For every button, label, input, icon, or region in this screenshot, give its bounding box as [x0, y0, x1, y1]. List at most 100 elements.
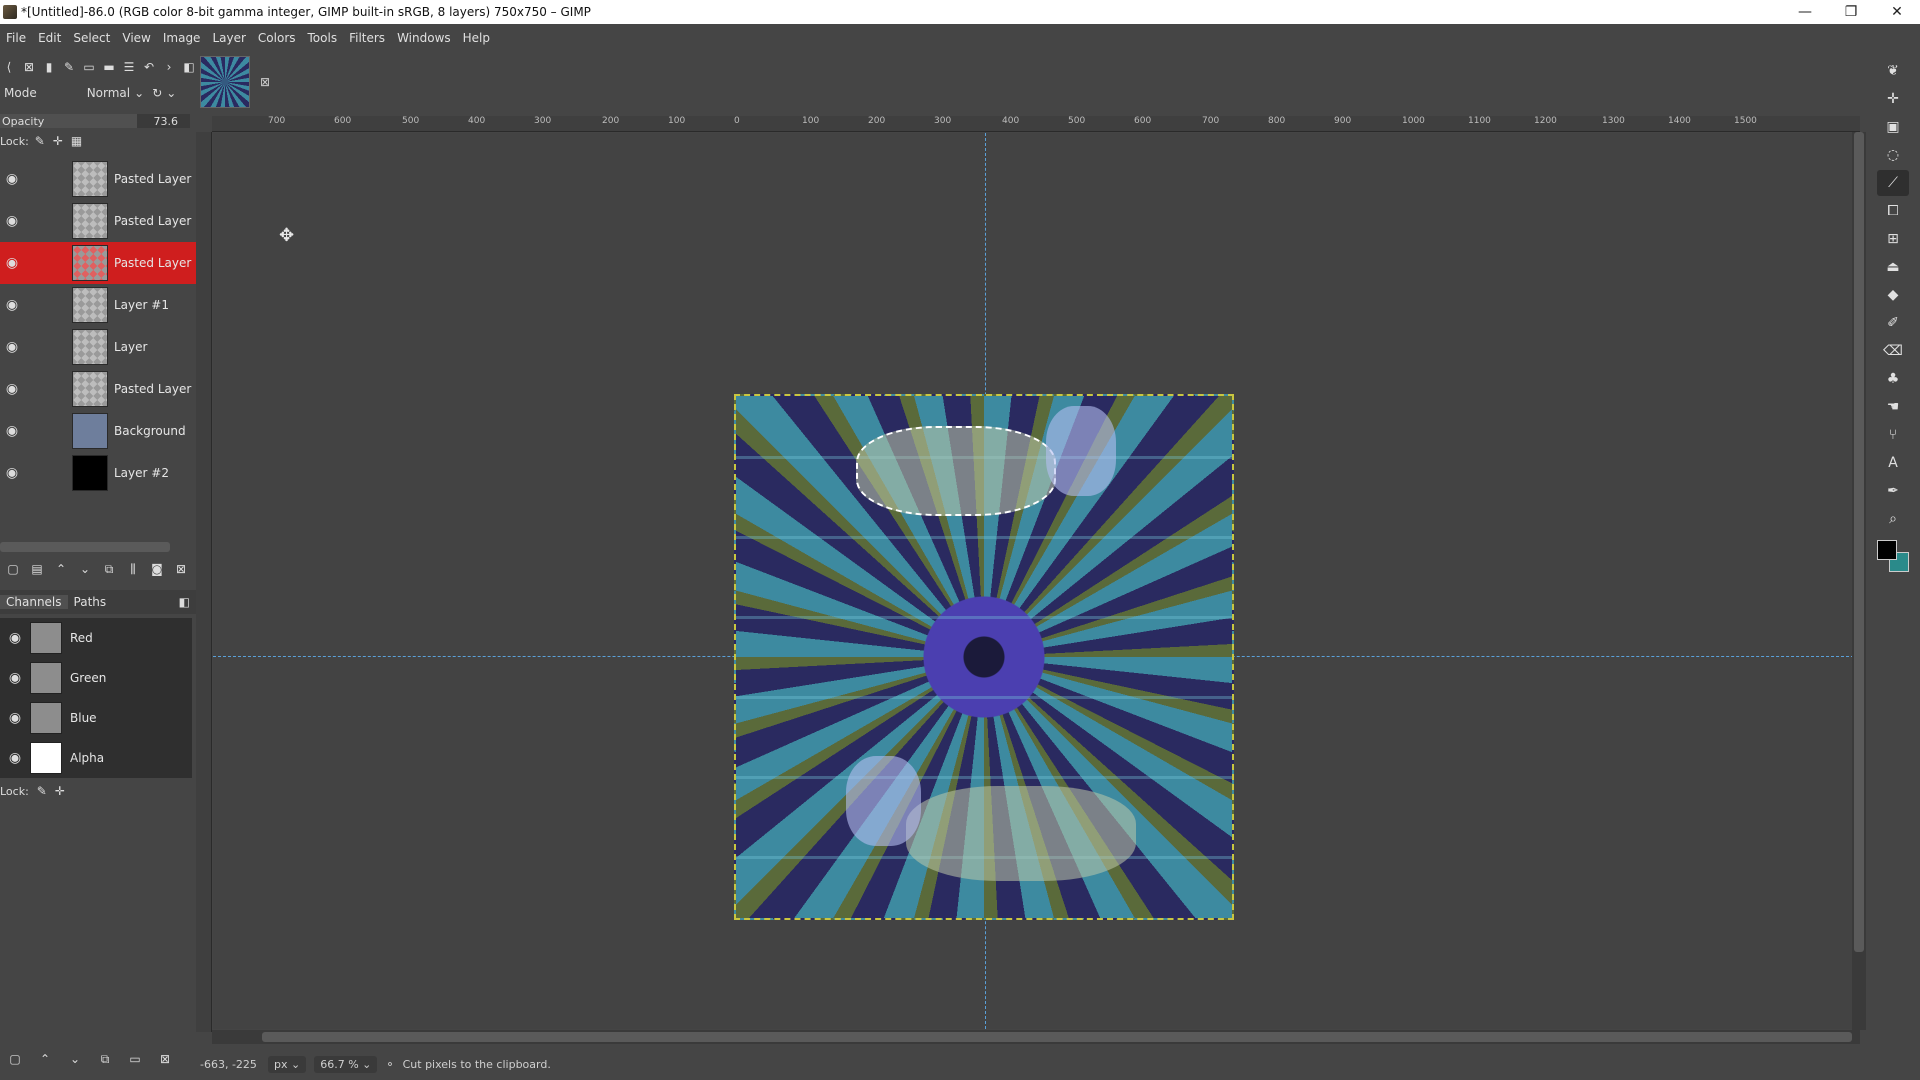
- smudge-tool-icon[interactable]: ☚: [1877, 394, 1909, 420]
- delete-channel-icon[interactable]: ⊠: [156, 1050, 174, 1068]
- unit-select[interactable]: px ⌄: [268, 1055, 307, 1073]
- scrollbar-thumb[interactable]: [1854, 132, 1864, 952]
- channel-row[interactable]: ◉ Red: [0, 618, 192, 658]
- menu-select[interactable]: Select: [67, 31, 116, 45]
- lower-channel-icon[interactable]: ⌄: [66, 1050, 84, 1068]
- images-tab-icon[interactable]: ▭: [80, 58, 98, 76]
- new-layer-icon[interactable]: ▢: [4, 560, 22, 578]
- delete-layer-icon[interactable]: ⊠: [172, 560, 190, 578]
- eye-icon[interactable]: ◉: [0, 255, 24, 271]
- lock-pixels-icon[interactable]: ✎: [37, 784, 47, 798]
- layer-row[interactable]: ◉ Layer: [0, 326, 196, 368]
- menu-image[interactable]: Image: [157, 31, 207, 45]
- new-group-icon[interactable]: ▤: [28, 560, 46, 578]
- zoom-select[interactable]: 66.7 % ⌄: [314, 1055, 378, 1073]
- eye-icon[interactable]: ◉: [0, 213, 24, 229]
- layer-row[interactable]: ◉ Pasted Layer: [0, 158, 196, 200]
- close-button[interactable]: ✕: [1874, 0, 1920, 24]
- menu-view[interactable]: View: [116, 31, 156, 45]
- reset-mode-icon[interactable]: ↻: [152, 86, 162, 100]
- kaleidoscope-image[interactable]: [734, 394, 1234, 920]
- menu-file[interactable]: File: [0, 31, 32, 45]
- channel-row[interactable]: ◉ Green: [0, 658, 192, 698]
- eye-icon[interactable]: ◉: [0, 465, 24, 481]
- configure-tab-icon[interactable]: ◧: [179, 595, 190, 609]
- lower-layer-icon[interactable]: ⌄: [76, 560, 94, 578]
- tab-paths[interactable]: Paths: [68, 595, 113, 609]
- channel-row[interactable]: ◉ Alpha: [0, 738, 192, 778]
- duplicate-channel-icon[interactable]: ⧉: [96, 1050, 114, 1068]
- lock-pixels-icon[interactable]: ✎: [35, 134, 45, 148]
- move-tool-icon[interactable]: ✛: [1877, 86, 1909, 112]
- bucket-fill-tool-icon[interactable]: ◆: [1877, 282, 1909, 308]
- eye-icon[interactable]: ◉: [0, 670, 30, 686]
- color-picker-tool-icon[interactable]: ✒: [1877, 478, 1909, 504]
- eye-icon[interactable]: ◉: [0, 381, 24, 397]
- crop-tool-icon[interactable]: ⧠: [1877, 198, 1909, 224]
- zoom-tool-icon[interactable]: ⌕: [1877, 506, 1909, 532]
- opacity-slider[interactable]: Opacity 73.6: [0, 114, 190, 128]
- horizontal-ruler[interactable]: 700 600 500 400 300 200 100 0 100 200 30…: [212, 116, 1860, 132]
- menu-colors[interactable]: Colors: [252, 31, 302, 45]
- layer-row[interactable]: ◉ Layer #2: [0, 452, 196, 494]
- lock-position-icon[interactable]: ✛: [53, 134, 63, 148]
- undo-history-tab-icon[interactable]: ↶: [140, 58, 158, 76]
- image-tab[interactable]: ⊠: [200, 56, 270, 108]
- image-tab-thumbnail[interactable]: [200, 56, 250, 108]
- foreground-color[interactable]: [1877, 540, 1897, 560]
- menu-filters[interactable]: Filters: [343, 31, 391, 45]
- lock-position-icon[interactable]: ✛: [55, 784, 65, 798]
- menu-tools[interactable]: Tools: [302, 31, 344, 45]
- channel-to-selection-icon[interactable]: ▭: [126, 1050, 144, 1068]
- new-channel-icon[interactable]: ▢: [6, 1050, 24, 1068]
- raise-channel-icon[interactable]: ⌃: [36, 1050, 54, 1068]
- color-swatches[interactable]: [1873, 538, 1913, 578]
- next-tab-icon[interactable]: ›: [160, 58, 178, 76]
- tool-options-tab-icon[interactable]: ⟨: [0, 58, 18, 76]
- horizontal-scrollbar[interactable]: [212, 1030, 1860, 1044]
- menu-edit[interactable]: Edit: [32, 31, 67, 45]
- eye-icon[interactable]: ◉: [0, 710, 30, 726]
- duplicate-layer-icon[interactable]: ⧉: [100, 560, 118, 578]
- paintbrush-tool-icon[interactable]: ✐: [1877, 310, 1909, 336]
- unified-transform-tool-icon[interactable]: ⊞: [1877, 226, 1909, 252]
- text-tool-icon[interactable]: A: [1877, 450, 1909, 476]
- lock-alpha-icon[interactable]: ▦: [71, 134, 82, 148]
- warp-transform-tool-icon[interactable]: ⏏: [1877, 254, 1909, 280]
- lasso-tool-icon[interactable]: ◌: [1877, 142, 1909, 168]
- layers-hscroll[interactable]: [0, 542, 170, 552]
- menu-windows[interactable]: Windows: [391, 31, 457, 45]
- stack-tab-icon[interactable]: ☰: [120, 58, 138, 76]
- eye-icon[interactable]: ◉: [0, 423, 24, 439]
- mode-select[interactable]: Normal ⌄: [87, 86, 144, 100]
- menu-layer[interactable]: Layer: [206, 31, 251, 45]
- mode-options-icon[interactable]: ⌄: [166, 86, 176, 100]
- close-image-tab-icon[interactable]: ⊠: [260, 75, 270, 89]
- merge-layer-icon[interactable]: ⫼: [124, 560, 142, 578]
- layer-row[interactable]: ◉ Pasted Layer: [0, 200, 196, 242]
- eye-icon[interactable]: ◉: [0, 630, 30, 646]
- paint-tab-icon[interactable]: ✎: [60, 58, 78, 76]
- layer-row[interactable]: ◉ Background: [0, 410, 196, 452]
- brushes-tab-icon[interactable]: ▮: [40, 58, 58, 76]
- layers-tab-icon[interactable]: ▬: [100, 58, 118, 76]
- image-canvas[interactable]: ✥: [213, 133, 1859, 1029]
- vertical-scrollbar[interactable]: [1852, 132, 1866, 1030]
- configure-tab-icon[interactable]: ◧: [180, 58, 198, 76]
- eye-icon[interactable]: ◉: [0, 750, 30, 766]
- pasted-layer-selection[interactable]: [856, 426, 1056, 516]
- maximize-button[interactable]: ❐: [1828, 0, 1874, 24]
- tab-channels[interactable]: Channels: [0, 595, 68, 609]
- layer-row[interactable]: ◉ Pasted Layer: [0, 368, 196, 410]
- raise-layer-icon[interactable]: ⌃: [52, 560, 70, 578]
- scrollbar-thumb[interactable]: [262, 1032, 1852, 1042]
- vertical-ruler[interactable]: [196, 132, 212, 1032]
- minimize-button[interactable]: —: [1782, 0, 1828, 24]
- fuzzy-select-tool-icon[interactable]: ⟋: [1877, 170, 1909, 196]
- mask-layer-icon[interactable]: ◙: [148, 560, 166, 578]
- rect-select-tool-icon[interactable]: ▣: [1877, 114, 1909, 140]
- eye-icon[interactable]: ◉: [0, 297, 24, 313]
- menu-help[interactable]: Help: [457, 31, 496, 45]
- paths-tool-icon[interactable]: ⑂: [1877, 422, 1909, 448]
- eraser-tool-icon[interactable]: ⌫: [1877, 338, 1909, 364]
